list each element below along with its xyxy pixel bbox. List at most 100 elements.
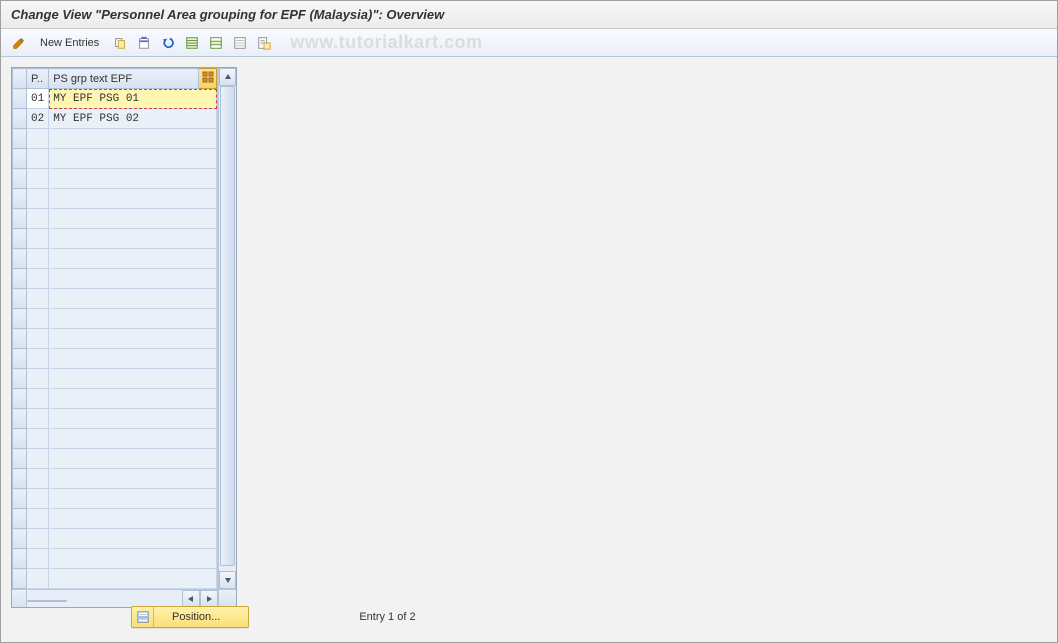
- table-row[interactable]: [13, 489, 217, 509]
- cell-text[interactable]: [49, 149, 217, 169]
- table-row[interactable]: [13, 349, 217, 369]
- row-selector[interactable]: [13, 189, 27, 209]
- row-selector[interactable]: [13, 209, 27, 229]
- row-selector[interactable]: [13, 429, 27, 449]
- table-row[interactable]: [13, 249, 217, 269]
- cell-text[interactable]: [49, 409, 217, 429]
- data-table[interactable]: P.. PS grp text EPF 01MY EPF PSG 0102MY …: [12, 68, 217, 589]
- row-selector[interactable]: [13, 509, 27, 529]
- cell-text[interactable]: [49, 289, 217, 309]
- cell-text[interactable]: MY EPF PSG 01: [49, 89, 217, 109]
- cell-p[interactable]: [27, 549, 49, 569]
- cell-p[interactable]: [27, 349, 49, 369]
- row-selector[interactable]: [13, 89, 27, 109]
- row-selector[interactable]: [13, 369, 27, 389]
- vertical-scroll-thumb[interactable]: [220, 86, 235, 566]
- print-config-button[interactable]: [254, 33, 274, 53]
- table-row[interactable]: [13, 529, 217, 549]
- row-selector-header[interactable]: [13, 69, 27, 89]
- cell-text[interactable]: [49, 249, 217, 269]
- table-row[interactable]: [13, 429, 217, 449]
- cell-p[interactable]: [27, 269, 49, 289]
- cell-text[interactable]: [49, 309, 217, 329]
- cell-p[interactable]: [27, 409, 49, 429]
- cell-p[interactable]: [27, 149, 49, 169]
- table-row[interactable]: [13, 309, 217, 329]
- cell-text[interactable]: [49, 469, 217, 489]
- table-row[interactable]: 02MY EPF PSG 02: [13, 109, 217, 129]
- cell-text[interactable]: [49, 229, 217, 249]
- undo-change-button[interactable]: [158, 33, 178, 53]
- select-all-button[interactable]: [182, 33, 202, 53]
- row-selector[interactable]: [13, 489, 27, 509]
- table-row[interactable]: [13, 409, 217, 429]
- new-entries-button[interactable]: New Entries: [33, 34, 106, 52]
- position-button[interactable]: Position...: [131, 606, 249, 628]
- table-row[interactable]: [13, 169, 217, 189]
- select-block-button[interactable]: [206, 33, 226, 53]
- table-row[interactable]: [13, 449, 217, 469]
- cell-p[interactable]: [27, 129, 49, 149]
- table-row[interactable]: [13, 509, 217, 529]
- row-selector[interactable]: [13, 109, 27, 129]
- row-selector[interactable]: [13, 129, 27, 149]
- cell-text[interactable]: MY EPF PSG 02: [49, 109, 217, 129]
- cell-text[interactable]: [49, 429, 217, 449]
- column-header-p[interactable]: P..: [27, 69, 49, 89]
- row-selector[interactable]: [13, 469, 27, 489]
- scroll-up-button[interactable]: [219, 68, 236, 86]
- table-row[interactable]: [13, 389, 217, 409]
- cell-text[interactable]: [49, 509, 217, 529]
- cell-p[interactable]: [27, 389, 49, 409]
- row-selector[interactable]: [13, 349, 27, 369]
- cell-p[interactable]: [27, 289, 49, 309]
- cell-p[interactable]: [27, 229, 49, 249]
- row-selector[interactable]: [13, 569, 27, 589]
- cell-p[interactable]: [27, 169, 49, 189]
- cell-p[interactable]: [27, 369, 49, 389]
- row-selector[interactable]: [13, 529, 27, 549]
- cell-text[interactable]: [49, 529, 217, 549]
- cell-text[interactable]: [49, 349, 217, 369]
- cell-p[interactable]: [27, 189, 49, 209]
- cell-text[interactable]: [49, 449, 217, 469]
- delete-button[interactable]: [134, 33, 154, 53]
- table-row[interactable]: [13, 549, 217, 569]
- row-selector[interactable]: [13, 329, 27, 349]
- cell-p[interactable]: [27, 529, 49, 549]
- cell-text[interactable]: [49, 189, 217, 209]
- row-selector[interactable]: [13, 289, 27, 309]
- table-row[interactable]: [13, 269, 217, 289]
- row-selector[interactable]: [13, 149, 27, 169]
- vertical-scroll-track[interactable]: [219, 86, 236, 571]
- cell-p[interactable]: [27, 309, 49, 329]
- table-row[interactable]: [13, 329, 217, 349]
- copy-as-button[interactable]: [110, 33, 130, 53]
- row-selector[interactable]: [13, 309, 27, 329]
- vertical-scrollbar[interactable]: [218, 68, 236, 589]
- cell-text[interactable]: [49, 549, 217, 569]
- cell-p[interactable]: [27, 209, 49, 229]
- cell-text[interactable]: [49, 369, 217, 389]
- cell-text[interactable]: [49, 389, 217, 409]
- cell-p[interactable]: [27, 329, 49, 349]
- toggle-display-change-button[interactable]: [9, 33, 29, 53]
- table-row[interactable]: [13, 209, 217, 229]
- cell-p[interactable]: [27, 449, 49, 469]
- deselect-all-button[interactable]: [230, 33, 250, 53]
- cell-p[interactable]: 01: [27, 89, 49, 109]
- table-row[interactable]: [13, 229, 217, 249]
- table-row[interactable]: [13, 469, 217, 489]
- table-row[interactable]: [13, 129, 217, 149]
- cell-p[interactable]: [27, 249, 49, 269]
- table-row[interactable]: [13, 369, 217, 389]
- cell-text[interactable]: [49, 329, 217, 349]
- cell-text[interactable]: [49, 209, 217, 229]
- row-selector[interactable]: [13, 409, 27, 429]
- row-selector[interactable]: [13, 269, 27, 289]
- row-selector[interactable]: [13, 249, 27, 269]
- row-selector[interactable]: [13, 169, 27, 189]
- cell-text[interactable]: [49, 129, 217, 149]
- table-row[interactable]: [13, 569, 217, 589]
- cell-p[interactable]: [27, 509, 49, 529]
